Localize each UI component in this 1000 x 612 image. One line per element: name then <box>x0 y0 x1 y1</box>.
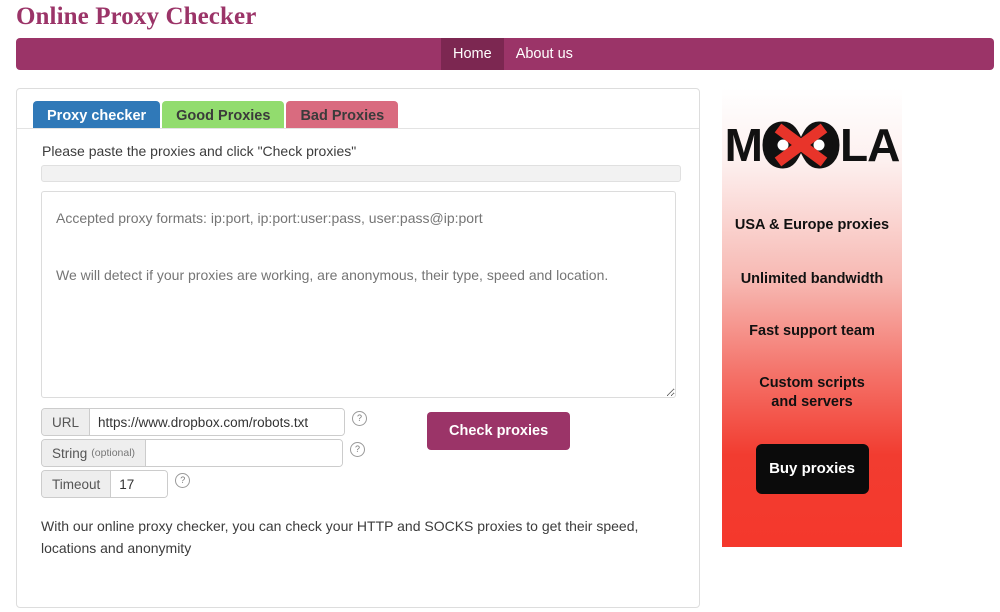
tab-good-proxies[interactable]: Good Proxies <box>162 101 285 128</box>
string-field-label-text: String <box>52 445 88 461</box>
page-root: Online Proxy Checker Home About us Proxy… <box>0 0 1000 612</box>
string-input[interactable] <box>146 440 343 466</box>
url-input[interactable] <box>90 409 345 435</box>
main-navbar: Home About us <box>16 38 994 70</box>
check-proxies-button[interactable]: Check proxies <box>427 412 571 450</box>
options-form: URL ? String (optional) <box>41 408 681 498</box>
tab-bad-proxies[interactable]: Bad Proxies <box>286 101 399 128</box>
tab-proxy-checker[interactable]: Proxy checker <box>33 101 161 128</box>
tab-bar: Proxy checker Good Proxies Bad Proxies <box>17 89 699 129</box>
check-progress-bar <box>41 165 681 182</box>
url-input-group: URL <box>41 408 346 436</box>
sidebar-advertisement[interactable]: M LA USA & Europe proxies Unlimited band… <box>722 88 902 547</box>
ad-feature-support: Fast support team <box>749 323 875 340</box>
main-panel: Proxy checker Good Proxies Bad Proxies P… <box>16 88 700 608</box>
nav-item-about-us[interactable]: About us <box>504 38 585 70</box>
panel-body: Please paste the proxies and click "Chec… <box>17 129 699 559</box>
string-field-label: String (optional) <box>42 440 147 466</box>
ad-feature-custom-scripts-line2: and servers <box>771 394 853 411</box>
string-field-row: String (optional) ? <box>41 439 367 467</box>
ad-logo-right-letters: LA <box>840 119 900 171</box>
timeout-input-group: Timeout <box>41 470 169 498</box>
help-circle-icon[interactable]: ? <box>350 441 366 457</box>
ad-feature-custom-scripts: Custom scripts and servers <box>722 374 902 413</box>
buy-proxies-button[interactable]: Buy proxies <box>755 443 869 494</box>
navbar-spacer <box>16 38 441 70</box>
options-input-stack: URL ? String (optional) <box>41 408 368 498</box>
help-circle-icon[interactable]: ? <box>175 472 191 488</box>
proxy-list-textarea[interactable] <box>41 191 676 398</box>
page-description: With our online proxy checker, you can c… <box>41 518 639 556</box>
timeout-field-row: Timeout ? <box>41 470 367 498</box>
help-circle-icon[interactable]: ? <box>352 410 368 426</box>
url-field-row: URL ? <box>41 408 368 436</box>
ad-feature-usa-europe: USA & Europe proxies <box>734 217 890 233</box>
page-title: Online Proxy Checker <box>16 3 257 30</box>
paste-instruction: Please paste the proxies and click "Chec… <box>42 143 357 159</box>
ad-logo-left-letter: M <box>724 119 763 171</box>
string-input-group: String (optional) <box>41 439 344 467</box>
ad-feature-bandwidth: Unlimited bandwidth <box>740 270 884 287</box>
ad-logo: M LA <box>722 114 902 176</box>
timeout-field-label: Timeout <box>42 471 112 497</box>
ad-feature-custom-scripts-line1: Custom scripts <box>759 374 865 391</box>
string-field-optional-note: (optional) <box>91 447 136 459</box>
infinity-x-icon <box>762 121 840 169</box>
nav-item-home[interactable]: Home <box>441 38 504 70</box>
timeout-input[interactable] <box>111 471 168 497</box>
url-field-label: URL <box>42 409 91 435</box>
